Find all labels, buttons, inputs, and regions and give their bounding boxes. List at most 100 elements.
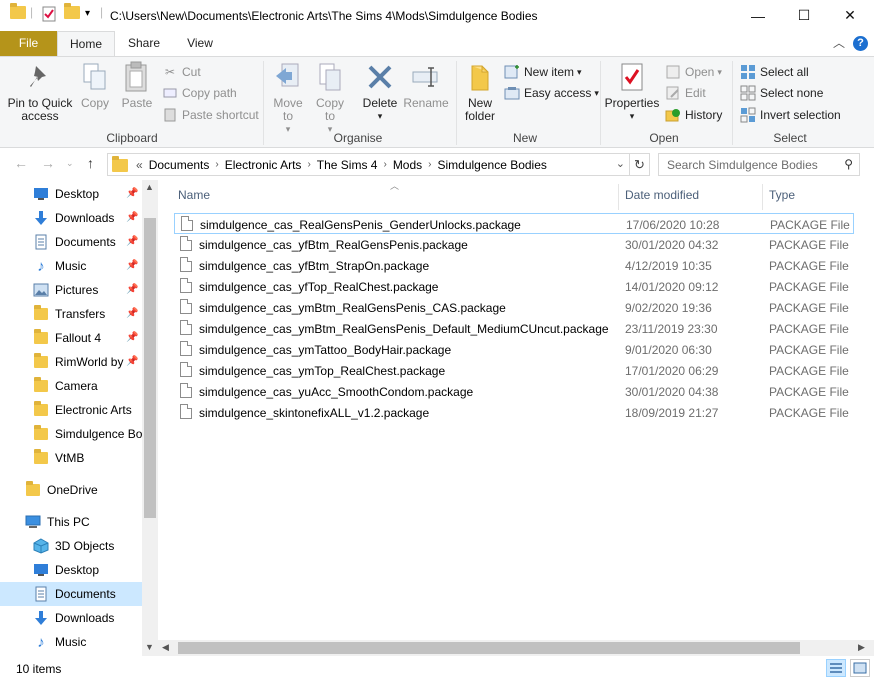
scroll-down-icon[interactable]: ▼: [145, 642, 154, 652]
sidebar-item-fallout-4[interactable]: Fallout 4: [0, 326, 142, 350]
chevron-right-icon[interactable]: ›: [215, 159, 218, 170]
sidebar-item-downloads[interactable]: Downloads: [0, 206, 142, 230]
rename-button[interactable]: Rename: [403, 61, 449, 110]
properties-quick-icon[interactable]: [42, 6, 56, 22]
pin-to-quick-access-button[interactable]: Pin to Quick access: [6, 61, 74, 123]
pin-icon[interactable]: 📌: [126, 308, 138, 319]
sidebar-item-pc-music[interactable]: ♪ Music: [0, 630, 142, 654]
new-item-button[interactable]: New item ▾: [504, 63, 582, 81]
chevron-right-icon[interactable]: ›: [428, 159, 431, 170]
sidebar-item-electronic-arts[interactable]: Electronic Arts: [0, 398, 142, 422]
file-row[interactable]: simdulgence_cas_yuAcc_SmoothCondom.packa…: [174, 381, 854, 402]
new-folder-quick-icon[interactable]: [64, 3, 80, 19]
sidebar-item-music[interactable]: ♪ Music: [0, 254, 142, 278]
sidebar-item-vtmb[interactable]: VtMB: [0, 446, 142, 470]
tab-home[interactable]: Home: [57, 31, 115, 57]
maximize-button[interactable]: ☐: [781, 0, 827, 31]
file-row[interactable]: simdulgence_cas_ymTop_RealChest.package …: [174, 360, 854, 381]
file-row[interactable]: simdulgence_skintonefixALL_v1.2.package …: [174, 402, 854, 423]
sidebar-item-documents[interactable]: Documents: [0, 230, 142, 254]
close-button[interactable]: ✕: [827, 0, 873, 31]
pin-icon[interactable]: 📌: [126, 332, 138, 343]
back-arrow-icon[interactable]: ←: [14, 155, 28, 171]
minimize-button[interactable]: —: [735, 0, 781, 31]
invert-selection-button[interactable]: Invert selection: [740, 106, 841, 124]
horizontal-scrollbar-thumb[interactable]: [178, 642, 800, 654]
move-to-button[interactable]: Move to ▾: [270, 61, 306, 136]
properties-button[interactable]: Properties ▾: [604, 61, 660, 123]
select-all-button[interactable]: Select all: [740, 63, 809, 81]
tab-share[interactable]: Share: [120, 31, 168, 56]
sidebar-item-rimworld[interactable]: RimWorld by: [0, 350, 142, 374]
file-row[interactable]: simdulgence_cas_ymBtm_RealGensPenis_CAS.…: [174, 297, 854, 318]
column-divider[interactable]: [762, 184, 763, 210]
pin-icon[interactable]: 📌: [126, 260, 138, 271]
column-header-name[interactable]: Name: [178, 188, 210, 202]
scroll-right-icon[interactable]: ▶: [858, 642, 865, 653]
history-button[interactable]: History: [665, 106, 722, 124]
pin-icon[interactable]: 📌: [126, 284, 138, 295]
breadcrumb-the-sims-4[interactable]: The Sims 4: [317, 158, 378, 172]
column-divider[interactable]: [618, 184, 619, 210]
pin-icon[interactable]: 📌: [126, 356, 138, 367]
large-icons-view-icon[interactable]: [850, 659, 870, 677]
tab-view[interactable]: View: [176, 31, 224, 56]
copy-to-button[interactable]: Copy to ▾: [312, 61, 348, 136]
refresh-icon[interactable]: ↻: [630, 153, 650, 176]
file-row[interactable]: simdulgence_cas_yfBtm_RealGensPenis.pack…: [174, 234, 854, 255]
column-header-date-modified[interactable]: Date modified: [625, 188, 699, 202]
pin-icon[interactable]: 📌: [126, 212, 138, 223]
sidebar-item-pc-documents[interactable]: Documents: [0, 582, 142, 606]
recent-locations-chevron-icon[interactable]: ⌄: [66, 158, 74, 169]
copy-path-button[interactable]: Copy path: [162, 84, 237, 102]
sidebar-item-simdulgence-bodies[interactable]: Simdulgence Bo: [0, 422, 142, 446]
new-folder-button[interactable]: New folder: [460, 61, 500, 123]
breadcrumb-mods[interactable]: Mods: [393, 158, 422, 172]
paste-button[interactable]: Paste: [117, 61, 157, 110]
sidebar-item-transfers[interactable]: Transfers: [0, 302, 142, 326]
file-row[interactable]: simdulgence_cas_RealGensPenis_GenderUnlo…: [174, 213, 854, 234]
breadcrumb-overflow[interactable]: «: [136, 158, 143, 172]
breadcrumb-electronic-arts[interactable]: Electronic Arts: [225, 158, 302, 172]
pin-icon[interactable]: 📌: [126, 188, 138, 199]
file-row[interactable]: simdulgence_cas_yfBtm_StrapOn.package 4/…: [174, 255, 854, 276]
address-dropdown-icon[interactable]: ⌄: [616, 157, 625, 170]
cut-button[interactable]: ✂ Cut: [162, 63, 201, 81]
breadcrumb-documents[interactable]: Documents: [149, 158, 210, 172]
sidebar-item-3d-objects[interactable]: 3D Objects: [0, 534, 142, 558]
address-bar[interactable]: « Documents › Electronic Arts › The Sims…: [107, 153, 630, 176]
scroll-left-icon[interactable]: ◀: [162, 642, 169, 653]
forward-arrow-icon[interactable]: →: [41, 155, 55, 171]
sidebar-item-desktop[interactable]: Desktop: [0, 182, 142, 206]
horizontal-scrollbar[interactable]: ◀ ▶: [158, 640, 874, 656]
easy-access-button[interactable]: Easy access ▾: [504, 84, 599, 102]
search-box[interactable]: Search Simdulgence Bodies ⚲: [658, 153, 860, 176]
minimize-ribbon-icon[interactable]: ︿: [833, 34, 845, 51]
breadcrumb-simdulgence-bodies[interactable]: Simdulgence Bodies: [438, 158, 547, 172]
select-none-button[interactable]: Select none: [740, 84, 823, 102]
sidebar-scrollbar-thumb[interactable]: [144, 218, 156, 518]
chevron-right-icon[interactable]: ›: [307, 159, 310, 170]
scroll-up-icon[interactable]: ▲: [145, 182, 154, 192]
copy-button[interactable]: Copy: [78, 61, 112, 110]
chevron-right-icon[interactable]: ›: [383, 159, 386, 170]
customize-quick-access-icon[interactable]: ▾: [85, 8, 90, 19]
file-row[interactable]: simdulgence_cas_yfTop_RealChest.package …: [174, 276, 854, 297]
paste-shortcut-button[interactable]: Paste shortcut: [162, 106, 259, 124]
pin-icon[interactable]: 📌: [126, 236, 138, 247]
open-button[interactable]: Open ▾: [665, 63, 722, 81]
tab-file[interactable]: File: [0, 31, 57, 56]
sidebar-item-pictures[interactable]: Pictures: [0, 278, 142, 302]
file-row[interactable]: simdulgence_cas_ymBtm_RealGensPenis_Defa…: [174, 318, 854, 339]
edit-button[interactable]: Edit: [665, 84, 706, 102]
sidebar-item-pc-downloads[interactable]: Downloads: [0, 606, 142, 630]
sidebar-item-onedrive[interactable]: OneDrive: [0, 478, 142, 502]
column-header-type[interactable]: Type: [769, 188, 795, 202]
sidebar-item-pc-desktop[interactable]: Desktop: [0, 558, 142, 582]
sidebar-item-camera[interactable]: Camera: [0, 374, 142, 398]
delete-button[interactable]: Delete ▾: [360, 61, 400, 123]
details-view-icon[interactable]: [826, 659, 846, 677]
up-arrow-icon[interactable]: ↑: [87, 155, 94, 171]
help-icon[interactable]: ?: [853, 36, 868, 51]
sidebar-item-this-pc[interactable]: This PC: [0, 510, 142, 534]
